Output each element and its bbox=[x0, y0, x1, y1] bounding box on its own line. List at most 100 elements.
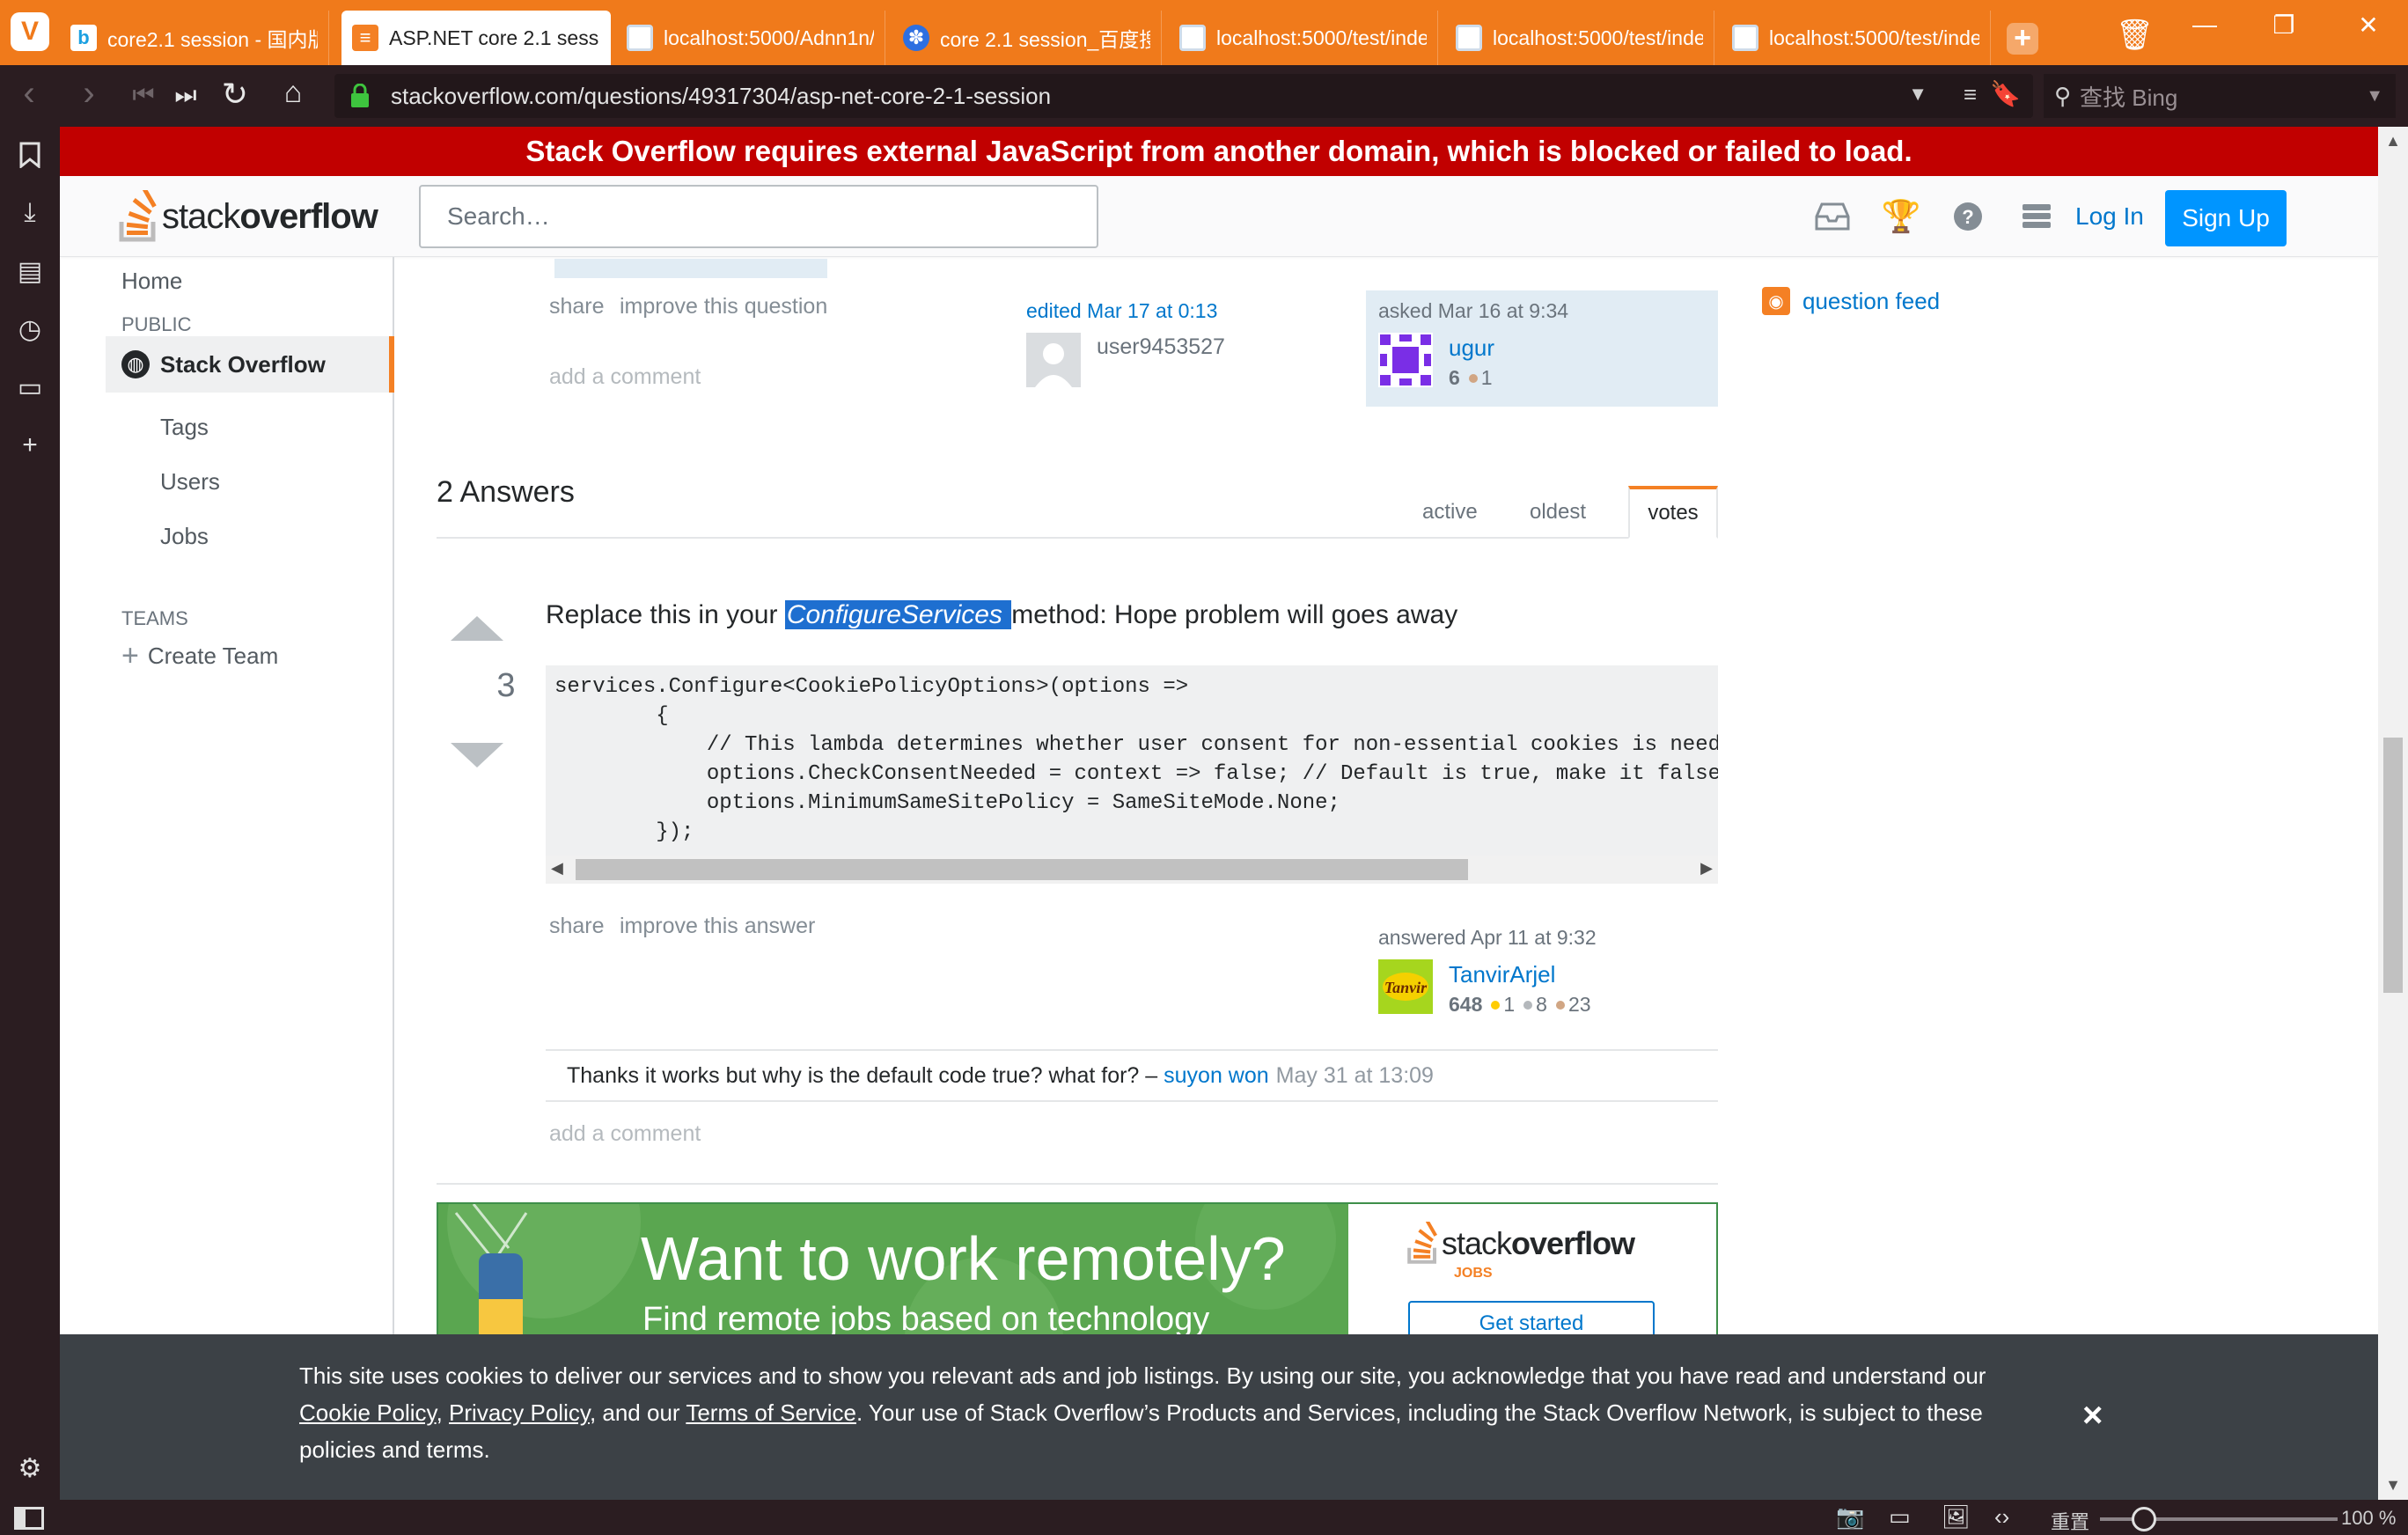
answer-improve-link[interactable]: improve this answer bbox=[620, 914, 815, 939]
question-share-link[interactable]: share bbox=[549, 294, 605, 319]
upvote-arrow-icon[interactable] bbox=[451, 616, 503, 641]
add-web-panel-icon[interactable]: + bbox=[12, 428, 48, 463]
signup-button[interactable]: Sign Up bbox=[2165, 190, 2287, 246]
minimize-icon[interactable]: — bbox=[2174, 11, 2235, 39]
nav-tags[interactable]: Tags bbox=[160, 414, 209, 441]
answerer-name[interactable]: TanvirArjel bbox=[1449, 961, 1555, 988]
browser-tab[interactable]: b core2.1 session - 国内版 bbox=[60, 11, 329, 65]
scroll-down-arrow-icon[interactable]: ▼ bbox=[2378, 1476, 2408, 1495]
editor-avatar[interactable] bbox=[1026, 333, 1081, 387]
achievements-trophy-icon[interactable]: 🏆 bbox=[1882, 198, 1921, 234]
url-history-dropdown-icon[interactable]: ▼ bbox=[1908, 83, 1927, 106]
scroll-up-arrow-icon[interactable]: ▲ bbox=[2378, 132, 2408, 151]
zoom-reset-button[interactable]: 重置 bbox=[2051, 1507, 2089, 1535]
nav-jobs[interactable]: Jobs bbox=[160, 523, 209, 550]
question-improve-link[interactable]: improve this question bbox=[620, 294, 827, 319]
scroll-left-arrow-icon[interactable]: ◀ bbox=[551, 859, 563, 878]
answerer-rep-value: 648 bbox=[1449, 993, 1483, 1016]
downloads-panel-icon[interactable]: ⤓ bbox=[12, 195, 48, 231]
back-arrow-icon[interactable]: ‹ bbox=[7, 74, 51, 114]
comment-text: Thanks it works but why is the default c… bbox=[567, 1062, 1158, 1088]
bing-favicon-icon: b bbox=[70, 25, 97, 51]
sort-tab-oldest[interactable]: oldest bbox=[1512, 486, 1604, 539]
close-window-icon[interactable]: ✕ bbox=[2338, 11, 2399, 40]
editor-name[interactable]: user9453527 bbox=[1097, 334, 1225, 360]
stackoverflow-logo[interactable]: stackoverflow bbox=[118, 190, 378, 243]
url-field[interactable]: stackoverflow.com/questions/49317304/asp… bbox=[334, 74, 2033, 118]
inbox-icon[interactable] bbox=[1813, 199, 1852, 234]
downvote-arrow-icon[interactable] bbox=[451, 743, 503, 768]
svg-text:Tanvir: Tanvir bbox=[1384, 979, 1428, 996]
new-tab-plus-icon[interactable]: + bbox=[2007, 23, 2038, 55]
tiling-icon[interactable]: ▭ bbox=[1889, 1503, 1911, 1531]
question-add-comment-link[interactable]: add a comment bbox=[549, 364, 701, 390]
forward-arrow-icon[interactable]: › bbox=[67, 74, 111, 114]
sort-tab-votes[interactable]: votes bbox=[1628, 486, 1718, 539]
search-engine-dropdown-icon[interactable]: ▼ bbox=[2366, 86, 2383, 106]
nav-stack-overflow-label: Stack Overflow bbox=[160, 350, 326, 378]
comment-user-link[interactable]: suyon won bbox=[1164, 1063, 1269, 1089]
asker-avatar[interactable] bbox=[1378, 333, 1433, 387]
terms-of-service-link[interactable]: Terms of Service bbox=[686, 1399, 856, 1426]
bookmarks-panel-icon[interactable] bbox=[12, 137, 48, 173]
cookie-policy-link[interactable]: Cookie Policy bbox=[299, 1399, 437, 1426]
page-actions-icon[interactable]: ‹› bbox=[1994, 1503, 2009, 1531]
nav-users[interactable]: Users bbox=[160, 468, 220, 496]
fast-forward-icon[interactable]: ⏭ bbox=[164, 81, 208, 110]
browser-tab-active[interactable]: ≡ ASP.NET core 2.1 session bbox=[341, 11, 611, 65]
vivaldi-menu-icon[interactable]: V bbox=[11, 12, 49, 51]
login-link[interactable]: Log In bbox=[2075, 202, 2144, 231]
answer-share-link[interactable]: share bbox=[549, 914, 605, 939]
panel-toggle-icon[interactable] bbox=[14, 1507, 44, 1530]
answer-signature: answered Apr 11 at 9:32 Tanvir TanvirArj… bbox=[1366, 917, 1718, 1032]
site-switcher-icon[interactable] bbox=[2017, 199, 2056, 234]
hdr-spacer bbox=[1017, 199, 1056, 234]
images-toggle-icon[interactable]: 🖼 bbox=[1942, 1503, 1971, 1531]
baidu-favicon-icon: ✽ bbox=[903, 25, 929, 51]
browser-tab[interactable]: localhost:5000/test/inde bbox=[1445, 11, 1714, 65]
browser-tab[interactable]: localhost:5000/test/inde bbox=[1169, 11, 1438, 65]
history-panel-icon[interactable]: ◷ bbox=[12, 312, 48, 347]
cookie-close-icon[interactable]: × bbox=[2082, 1396, 2103, 1436]
zoom-slider-handle[interactable] bbox=[2132, 1507, 2156, 1531]
site-search-input[interactable]: Search… bbox=[419, 185, 1098, 248]
page-scroll-thumb[interactable] bbox=[2383, 738, 2403, 993]
jobs-advertisement[interactable]: Want to work remotely? Find remote jobs … bbox=[437, 1202, 1718, 1343]
comment-date[interactable]: May 31 at 13:09 bbox=[1276, 1063, 1434, 1089]
restore-window-icon[interactable]: ❐ bbox=[2253, 11, 2315, 40]
answer-add-comment-link[interactable]: add a comment bbox=[549, 1121, 701, 1147]
bookmark-page-icon[interactable]: 🔖 bbox=[1990, 79, 2021, 108]
question-tag-partial[interactable] bbox=[648, 259, 827, 278]
capture-camera-icon[interactable]: 📷 bbox=[1836, 1503, 1864, 1531]
nav-stack-overflow[interactable]: ◍ Stack Overflow bbox=[106, 336, 394, 393]
privacy-policy-link[interactable]: Privacy Policy bbox=[449, 1399, 590, 1426]
code-horizontal-scrollbar[interactable]: ◀ ▶ bbox=[546, 856, 1718, 884]
window-panel-icon[interactable]: ▭ bbox=[12, 370, 48, 405]
browser-tab[interactable]: ✽ core 2.1 session_百度搜 bbox=[892, 11, 1162, 65]
browser-tab[interactable]: localhost:5000/test/inde bbox=[1722, 11, 1991, 65]
settings-gear-icon[interactable]: ⚙ bbox=[12, 1451, 48, 1486]
help-icon[interactable]: ? bbox=[1949, 199, 1987, 234]
question-tag-partial[interactable] bbox=[554, 259, 655, 278]
nav-home[interactable]: Home bbox=[121, 268, 182, 295]
nav-create-team[interactable]: + Create Team bbox=[121, 639, 278, 673]
notes-panel-icon[interactable]: ▤ bbox=[12, 253, 48, 289]
browser-tab[interactable]: localhost:5000/Adnn1n/ bbox=[616, 11, 885, 65]
answered-date: answered Apr 11 at 9:32 bbox=[1378, 926, 1597, 949]
web-search-field[interactable]: ⚲ 查找 Bing ▼ bbox=[2044, 74, 2396, 118]
code-scroll-thumb[interactable] bbox=[576, 859, 1468, 880]
scroll-right-arrow-icon[interactable]: ▶ bbox=[1700, 859, 1713, 878]
reload-icon[interactable]: ↻ bbox=[213, 76, 257, 113]
question-edited-link[interactable]: edited Mar 17 at 0:13 bbox=[1026, 299, 1217, 323]
code-block[interactable]: services.Configure<CookiePolicyOptions>(… bbox=[546, 665, 1718, 884]
answerer-avatar[interactable]: Tanvir bbox=[1378, 959, 1433, 1014]
question-feed-link[interactable]: ◉ question feed bbox=[1762, 287, 1940, 315]
sort-tab-active[interactable]: active bbox=[1405, 486, 1495, 539]
answerer-silver-count: 8 bbox=[1536, 993, 1547, 1016]
closed-tabs-trash-icon[interactable]: 🗑 bbox=[2116, 18, 2154, 53]
page-vertical-scrollbar[interactable]: ▲ ▼ bbox=[2378, 127, 2408, 1500]
asker-name[interactable]: ugur bbox=[1449, 334, 1494, 362]
reader-view-icon[interactable]: ≡ bbox=[1964, 81, 1977, 108]
rewind-icon[interactable]: ⏮ bbox=[121, 81, 165, 110]
home-icon[interactable]: ⌂ bbox=[271, 76, 315, 110]
